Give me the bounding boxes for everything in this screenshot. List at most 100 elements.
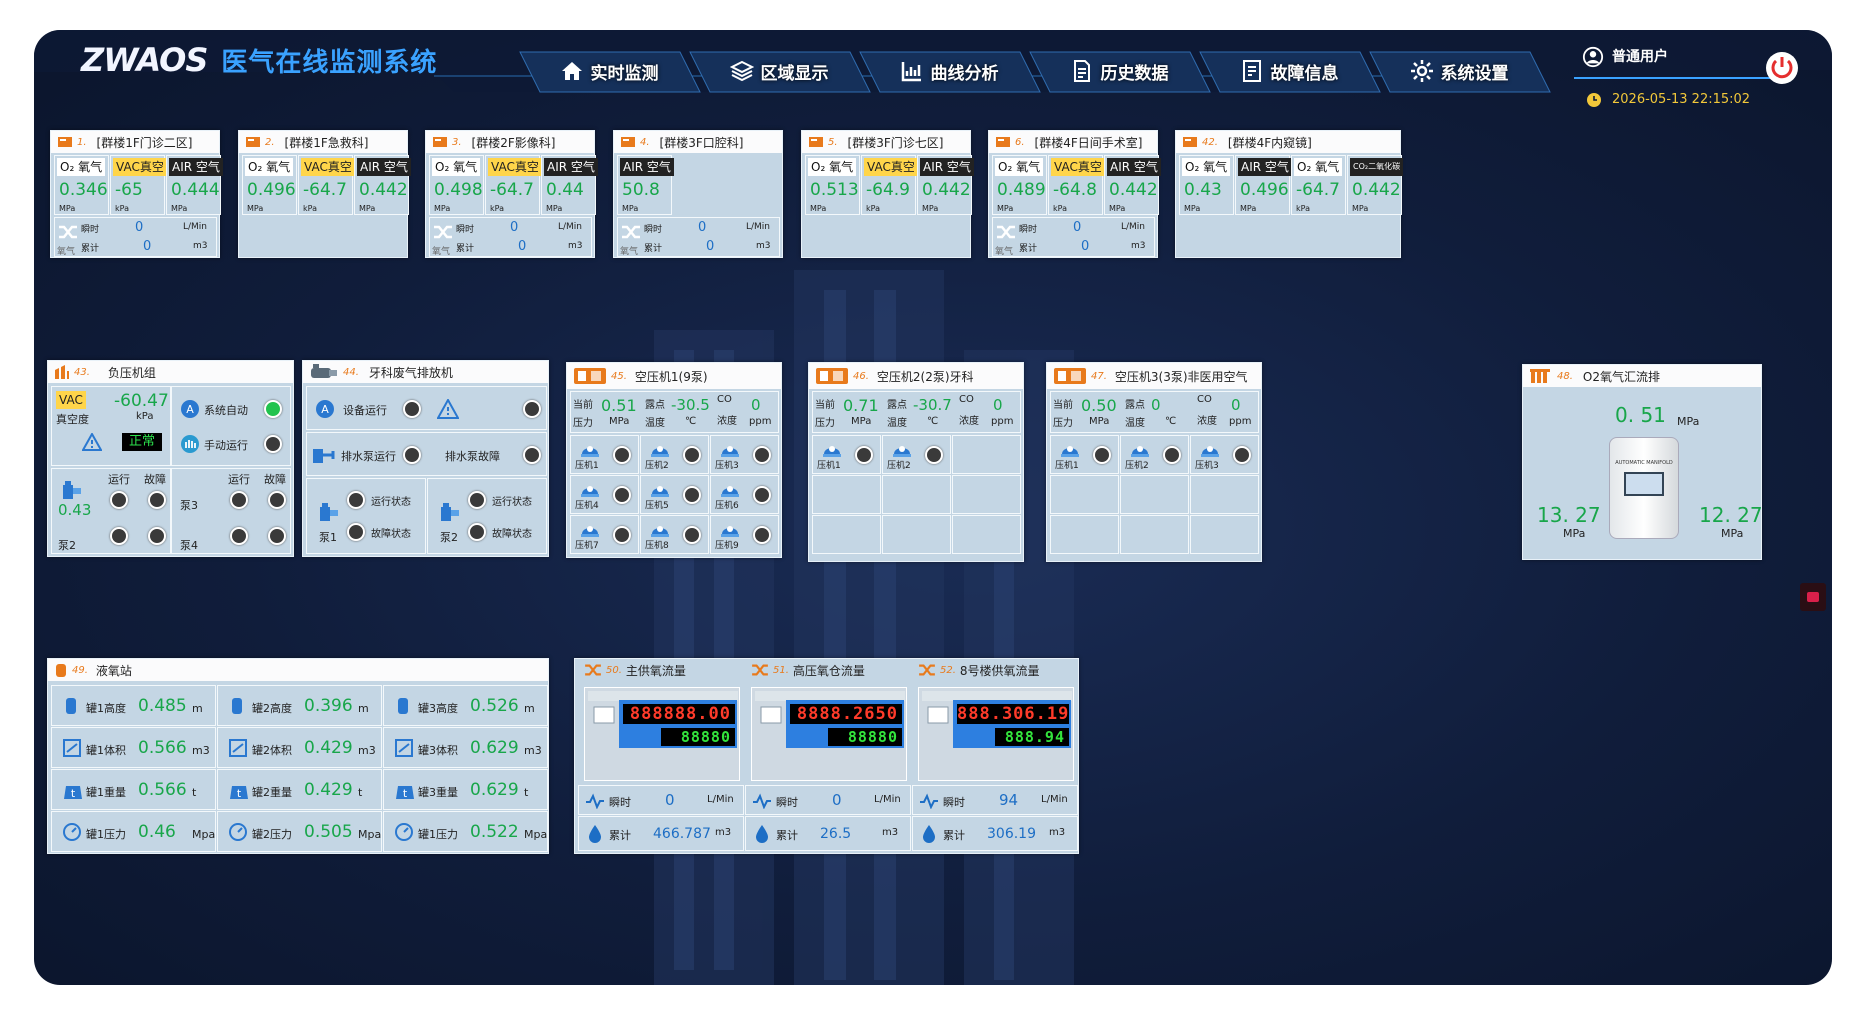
compressor-unit[interactable]: 压机2 — [1120, 435, 1189, 474]
gas-value: 0.444 — [171, 180, 220, 200]
gas-value: -64.7 — [303, 180, 347, 200]
compressor-unit[interactable]: 压机3 — [1190, 435, 1259, 474]
compressor-icon — [1054, 368, 1086, 384]
compressor-unit[interactable]: 压机1 — [812, 435, 881, 474]
zone-icon — [621, 137, 635, 147]
compressor-icon — [574, 368, 606, 384]
zone-panel[interactable]: 1. [群楼1F门诊二区] O₂ 氧气 0.346 MPa VAC真空 -65 kPa AIR … — [50, 130, 223, 258]
zone-icon — [433, 137, 447, 147]
compressor-unit-icon — [823, 446, 841, 457]
side-toggle-button[interactable] — [1800, 583, 1826, 611]
gas-value: 0.442 — [922, 180, 971, 200]
auto-indicator — [264, 400, 282, 418]
tank-stat: t 罐2重量 0.429 t — [217, 769, 382, 810]
compressor-panel[interactable]: 46. 空压机2(2泵)牙科 当前 压力 0.71 MPa 露点 温度 -30.7 ℃ CO 浓度 0 p… — [808, 362, 1024, 562]
tank-stat: 罐1高度 0.485 m — [51, 685, 216, 726]
gear-icon — [1410, 60, 1433, 82]
power-icon[interactable] — [1764, 50, 1800, 86]
zone-icon — [58, 137, 72, 147]
zone-panel[interactable]: 6. [群楼4F日间手术室] O₂ 氧气 0.489 MPa VAC真空 -64.8 kPa A… — [988, 130, 1161, 258]
compressor-unit[interactable]: 压机2 — [640, 435, 709, 474]
zone-name: [群楼4F内窥镜] — [1227, 135, 1312, 150]
tank-stat: 罐1压力 0.522 Mpa — [383, 811, 548, 852]
flow-instant: 0 — [832, 791, 842, 809]
svg-text:A: A — [321, 403, 329, 416]
tank-value: 0.566 — [138, 780, 187, 800]
flow-header: 52. 8号楼供氧流量 — [912, 659, 1078, 681]
zone-panel[interactable]: 5. [群楼3F门诊七区] O₂ 氧气 0.513 MPa VAC真空 -64.9 kPa AI… — [801, 130, 974, 258]
compressor-unit[interactable]: 压机1 — [1050, 435, 1119, 474]
auto-mode-icon: A — [181, 400, 199, 418]
tank-icon — [62, 696, 80, 719]
svg-text:t: t — [403, 787, 408, 800]
compressor-status-light — [1163, 446, 1181, 464]
gas-value: -64.9 — [866, 180, 910, 200]
dew-value: 0 — [1151, 396, 1161, 414]
pressure-value: 0.51 — [601, 396, 637, 415]
nav-settings[interactable]: 系统设置 — [1379, 50, 1539, 92]
flow-meters-panel[interactable]: 50. 主供氧流量 888888.00 88880 瞬时 0 L/Min 累计 466.787 m… — [574, 658, 1079, 854]
nav-fault[interactable]: 故障信息 — [1209, 50, 1369, 92]
tank-value: 0.46 — [138, 822, 176, 842]
tank-value: 0.566 — [138, 738, 187, 758]
manifold-right-value: 12. 27 — [1699, 503, 1763, 527]
o2-manifold-panel[interactable]: 48. O2氧气汇流排 0. 51 MPa AUTOMATIC MANIFOLD… — [1522, 364, 1763, 560]
compressor-unit-icon — [721, 526, 739, 537]
compressor-title: 空压机3(3泵)非医用空气 — [1114, 369, 1248, 384]
nav-realtime[interactable]: 实时监测 — [529, 50, 689, 92]
compressor-unit-icon — [651, 486, 669, 497]
zone-name: [群楼2F影像科] — [471, 135, 556, 150]
tank-value: 0.526 — [470, 696, 519, 716]
drain-pump-icon — [313, 449, 335, 463]
compressor-unit-icon — [1201, 446, 1219, 457]
compressor-unit[interactable]: 压机5 — [640, 475, 709, 514]
flow-led-secondary: 88880 — [828, 728, 902, 746]
tank-value: 0.396 — [304, 696, 353, 716]
pump-icon — [438, 501, 462, 526]
layers-icon — [729, 60, 754, 82]
compressor-unit[interactable]: 压机4 — [570, 475, 639, 514]
compressor-panel[interactable]: 47. 空压机3(3泵)非医用空气 当前 压力 0.50 MPa 露点 温度 0 ℃ CO 浓度 0 pp… — [1046, 362, 1262, 562]
zone-panel[interactable]: 3. [群楼2F影像科] O₂ 氧气 0.498 MPa VAC真空 -64.7 kPa AIR… — [425, 130, 598, 258]
vacuum-unit-panel[interactable]: 43. 负压机组 VAC 真空度 -60.47 kPa 正常 A 系统自动 手动… — [47, 360, 294, 557]
zone-panel[interactable]: 42. [群楼4F内窥镜] O₂ 氧气 0.43 MPa AIR 空气 0.496 MPa O₂… — [1175, 130, 1404, 258]
compressor-unit[interactable]: 压机3 — [710, 435, 779, 474]
compressor-unit[interactable]: 压机1 — [570, 435, 639, 474]
dew-value: -30.5 — [671, 396, 710, 414]
compressor-unit[interactable]: 压机7 — [570, 515, 639, 554]
dental-exhaust-panel[interactable]: 44. 牙科废气排放机 A 设备运行 排水泵运行 排水泵故障 泵1 运行状态 故… — [302, 360, 549, 557]
compressor-panel[interactable]: 45. 空压机1(9泵) 当前 压力 0.51 MPa 露点 温度 -30.5 ℃ CO 浓度 0 ppm… — [566, 362, 782, 558]
liquid-oxygen-panel[interactable]: 49. 液氧站 罐1高度 0.485 m 罐2高度 0.396 m 罐3高度 0.526 m 罐1… — [47, 658, 549, 854]
gas-tag: VAC真空 — [113, 158, 167, 176]
zone-panel[interactable]: 2. [群楼1F急救科] O₂ 氧气 0.496 MPa VAC真空 -64.7 kPa AIR… — [238, 130, 411, 258]
compressor-status-light — [855, 446, 873, 464]
compressor-status-light — [753, 486, 771, 504]
warning-icon — [82, 433, 102, 451]
flow-row: 氧气 瞬时 0 L/Min 累计 0 m3 — [617, 217, 780, 257]
co-value: 0 — [1231, 396, 1241, 414]
flow-row: 氧气 瞬时 0 L/Min 累计 0 m3 — [429, 217, 592, 257]
flow-instant: 0 — [665, 791, 675, 809]
nav-history[interactable]: 历史数据 — [1039, 50, 1199, 92]
compressor-unit[interactable]: 压机8 — [640, 515, 709, 554]
device-run-icon: A — [316, 400, 334, 418]
zone-name: [群楼3F门诊七区] — [847, 135, 944, 150]
warning-icon — [437, 399, 459, 419]
nav-zone[interactable]: 区域显示 — [699, 50, 859, 92]
gas-tag: AIR 空气 — [357, 158, 411, 176]
compressor-status-light — [613, 486, 631, 504]
zone-panel[interactable]: 4. [群楼3F口腔科] AIR 空气 50.8 MPa 氧气 瞬时 0 L/Min 累计 0 m3 — [613, 130, 783, 258]
compressor-unit[interactable]: 压机6 — [710, 475, 779, 514]
compressor-unit-icon — [1061, 446, 1079, 457]
compressor-status-light — [683, 446, 701, 464]
compressor-unit[interactable]: 压机2 — [882, 435, 951, 474]
user-icon[interactable] — [1582, 46, 1604, 68]
tank-stat: t 罐3重量 0.629 t — [383, 769, 548, 810]
tank-stat: t 罐1重量 0.566 t — [51, 769, 216, 810]
nav-curve[interactable]: 曲线分析 — [869, 50, 1029, 92]
compressor-unit[interactable]: 压机9 — [710, 515, 779, 554]
factory-icon — [55, 365, 69, 379]
clock-icon — [1587, 93, 1601, 107]
weight-icon: t — [62, 780, 84, 803]
manifold-top-value: 0. 51 — [1615, 403, 1666, 427]
